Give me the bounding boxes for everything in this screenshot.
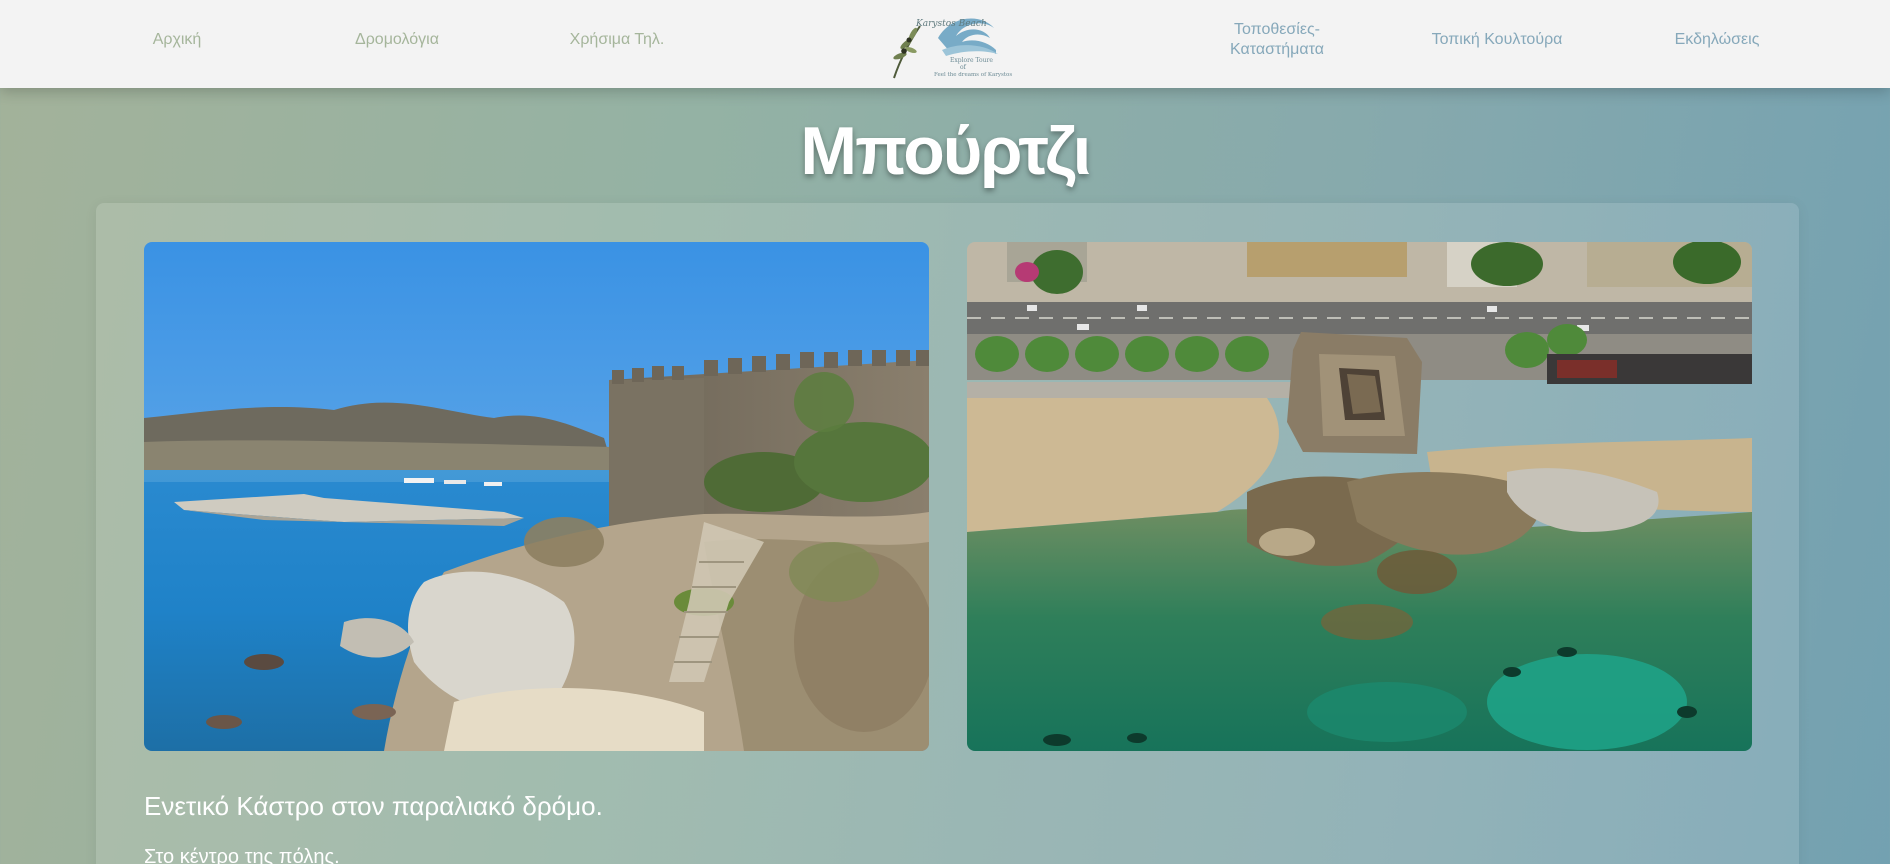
logo-image: Karystos Beach Explore Toure of Feel the… bbox=[893, 18, 1012, 79]
nav-routes-label: Δρομολόγια bbox=[355, 31, 439, 48]
svg-text:Karystos Beach: Karystos Beach bbox=[915, 19, 987, 29]
content-card: Ενετικό Κάστρο στον παραλιακό δρόμο. Στο… bbox=[96, 203, 1799, 864]
nav-local-culture-link[interactable]: Τοπική Κουλτούρα bbox=[1407, 0, 1587, 80]
page-title: Μπούρτζι bbox=[800, 113, 1091, 189]
nav-locations-shops-link[interactable]: Τοποθεσίες- Καταστήματα bbox=[1187, 0, 1367, 80]
nav-home-link[interactable]: Αρχική bbox=[87, 0, 267, 80]
nav-routes-link[interactable]: Δρομολόγια bbox=[307, 0, 487, 80]
site-logo[interactable]: Karystos Beach Explore Toure of Feel the… bbox=[880, 4, 1016, 80]
location-description: Στο κέντρο της πόλης. bbox=[144, 846, 340, 864]
nav-locations-shops-label: Τοποθεσίες- Καταστήματα bbox=[1230, 21, 1324, 58]
castle-coast-photo bbox=[144, 242, 929, 751]
photo-caption: Ενετικό Κάστρο στον παραλιακό δρόμο. bbox=[144, 791, 603, 821]
castle-aerial-photo bbox=[967, 242, 1752, 751]
svg-text:Feel the dreams of Karystos: Feel the dreams of Karystos bbox=[934, 72, 1012, 78]
nav-useful-phones-label: Χρήσιμα Τηλ. bbox=[569, 31, 665, 48]
svg-text:of: of bbox=[960, 64, 967, 71]
nav-home-label: Αρχική bbox=[152, 31, 202, 48]
nav-events-label: Εκδηλώσεις bbox=[1674, 31, 1760, 48]
nav-events-link[interactable]: Εκδηλώσεις bbox=[1627, 0, 1807, 80]
nav-useful-phones-link[interactable]: Χρήσιμα Τηλ. bbox=[527, 0, 707, 80]
svg-text:Explore Toure: Explore Toure bbox=[950, 57, 993, 64]
top-navbar: Αρχική Δρομολόγια Χρήσιμα Τηλ. Karystos … bbox=[0, 0, 1890, 88]
nav-local-culture-label: Τοπική Κουλτούρα bbox=[1431, 31, 1563, 48]
